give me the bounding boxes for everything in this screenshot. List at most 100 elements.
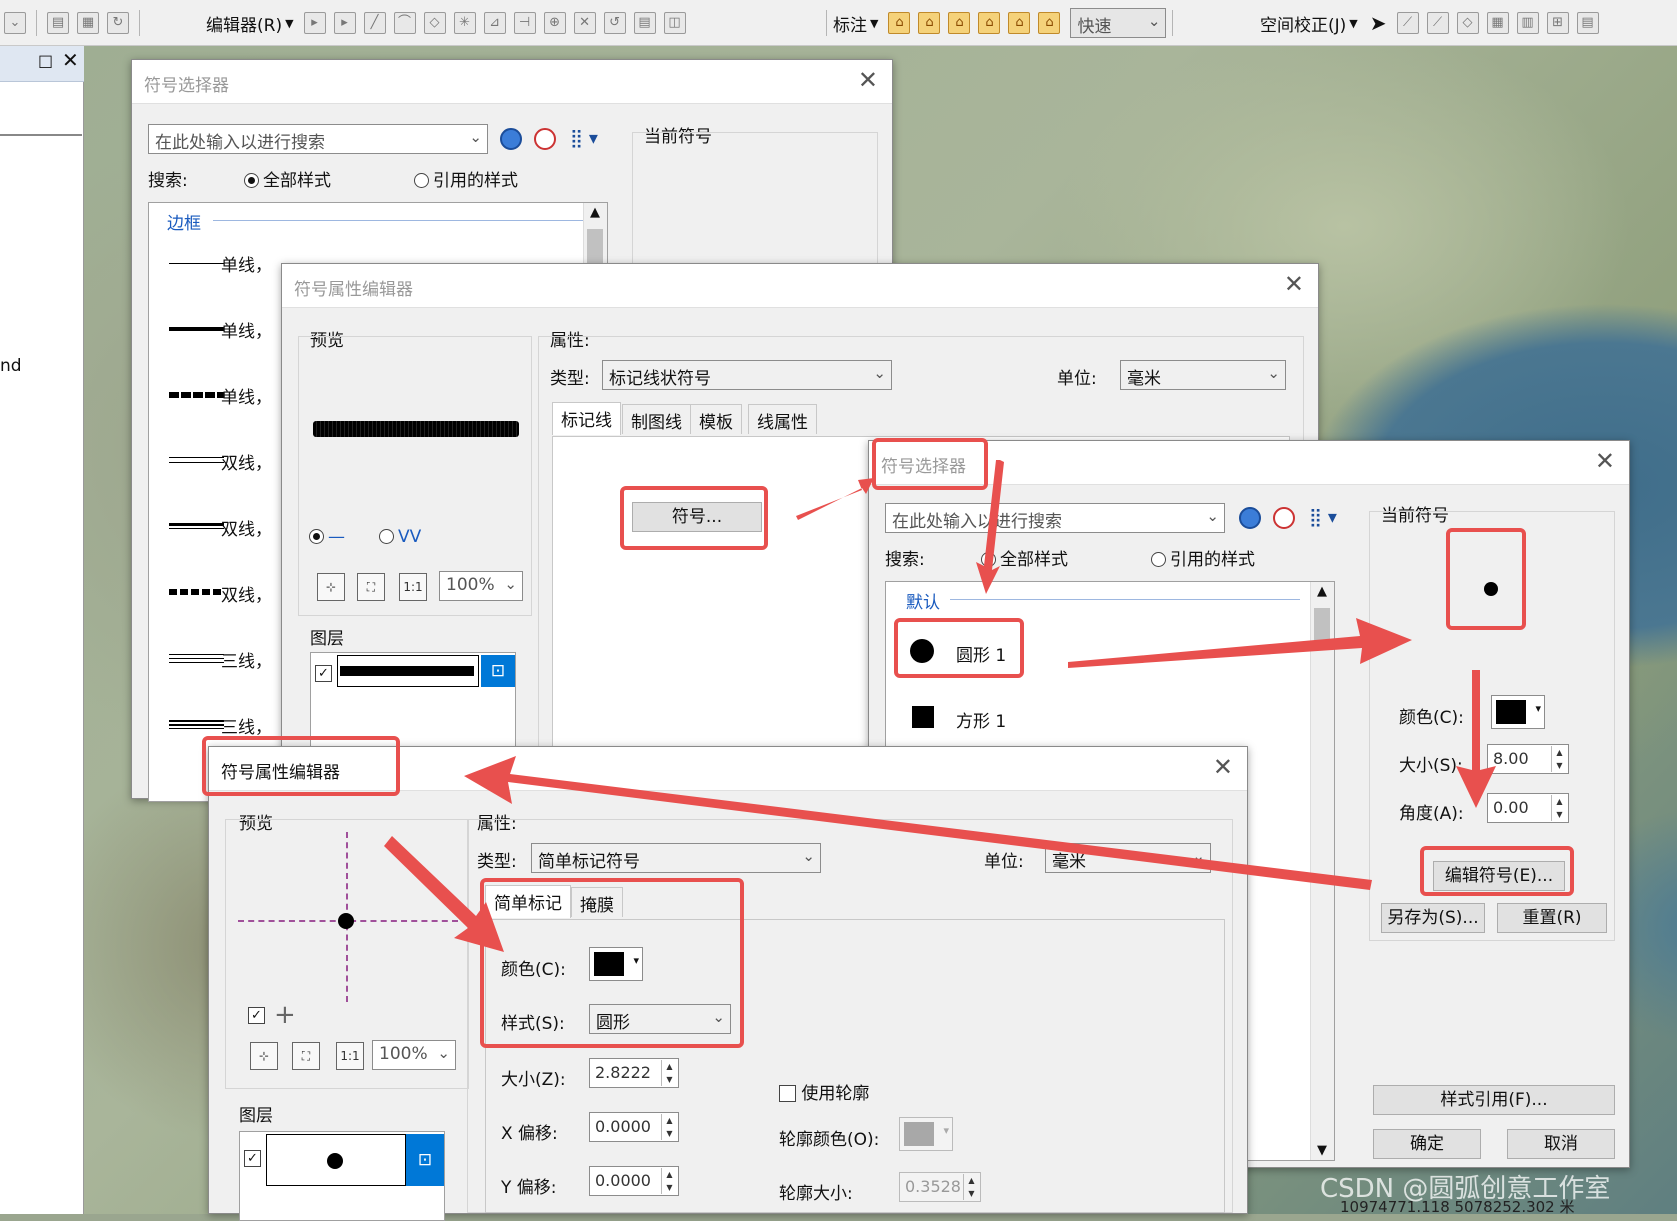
edit-tool-icon[interactable]: ▸ — [303, 12, 326, 34]
search-icon[interactable] — [500, 128, 522, 150]
list-item[interactable]: 双线， — [149, 445, 289, 475]
area-tool-icon[interactable]: ▥ — [1516, 12, 1539, 34]
close-icon[interactable]: ✕ — [858, 68, 878, 92]
x-offset-input[interactable]: 0.0000 ▲ ▼ — [589, 1112, 679, 1142]
color-picker[interactable]: ▾ — [1491, 695, 1545, 729]
cancel-button[interactable]: 取消 — [1507, 1129, 1615, 1159]
new-link-icon[interactable]: ⟋ — [1396, 12, 1419, 34]
cut-icon[interactable]: ⊕ — [543, 12, 566, 34]
sketch-props-icon[interactable]: ◫ — [663, 12, 686, 34]
layer-item[interactable] — [337, 655, 479, 687]
close-icon[interactable]: ✕ — [1213, 755, 1233, 779]
straight-segment-icon[interactable]: ╱ — [363, 12, 386, 34]
scrollbar[interactable]: ▲ ▼ — [1310, 582, 1334, 1160]
search-input[interactable]: 在此处输入以进行搜索 ⌄ — [148, 124, 488, 154]
delete-vertex-icon[interactable]: ✕ — [573, 12, 596, 34]
radio-referenced-styles[interactable]: 引用的样式 — [1151, 545, 1255, 570]
zoom-in-icon[interactable]: ⊹ — [250, 1042, 278, 1070]
layer-visible-checkbox[interactable]: ✓ — [244, 1150, 261, 1167]
modify-link-icon[interactable]: ⟋ — [1426, 12, 1449, 34]
layer-item[interactable] — [266, 1134, 406, 1186]
type-select[interactable]: 标记线状符号 ⌄ — [602, 360, 892, 390]
data-view-icon[interactable]: ▦ — [77, 12, 99, 34]
lock-icon[interactable]: ⊡ — [406, 1134, 444, 1186]
zoom-out-icon[interactable]: ⛶ — [292, 1042, 320, 1070]
clear-search-icon[interactable] — [1273, 507, 1295, 529]
link-table-icon[interactable]: ▦ — [1486, 12, 1509, 34]
list-item[interactable]: 单线， — [149, 313, 289, 343]
outline-color-picker[interactable]: ▾ — [899, 1117, 953, 1151]
label-weight-icon[interactable]: ⌂ — [1038, 12, 1061, 34]
size-input[interactable]: 8.00 ▲ ▼ — [1487, 744, 1569, 774]
outline-size-input[interactable]: 0.3528 ▲ ▼ — [899, 1172, 981, 1202]
attributes-icon[interactable]: ▤ — [633, 12, 656, 34]
actual-size-icon[interactable]: 1:1 — [399, 573, 427, 601]
label-priority-icon[interactable]: ⌂ — [1008, 12, 1031, 34]
list-item[interactable]: 三线， — [149, 643, 289, 673]
reset-button[interactable]: 重置(R) — [1497, 903, 1607, 933]
view-options-icon[interactable]: ⣿ ▾ — [1309, 507, 1337, 528]
list-item[interactable]: 单线， — [149, 247, 289, 277]
angle-input[interactable]: 0.00 ▲ ▼ — [1487, 793, 1569, 823]
tab-template[interactable]: 模板 — [690, 404, 742, 434]
radio-all-styles[interactable]: 全部样式 — [981, 545, 1068, 570]
preview-mode-wave[interactable]: VV — [379, 527, 421, 547]
type-select[interactable]: 简单标记符号 ⌄ — [531, 843, 821, 873]
actual-size-icon[interactable]: 1:1 — [336, 1042, 364, 1070]
reshape-icon[interactable]: ⊿ — [483, 12, 506, 34]
y-offset-input[interactable]: 0.0000 ▲ ▼ — [589, 1166, 679, 1196]
tab-marker-line[interactable]: 标记线 — [552, 402, 621, 435]
dropdown-icon[interactable]: ⌄ — [4, 12, 26, 34]
lock-labels-icon[interactable]: ⌂ — [918, 12, 941, 34]
editor-menu[interactable]: 编辑器(R) — [206, 11, 282, 36]
ok-button[interactable]: 确定 — [1373, 1129, 1481, 1159]
size-input[interactable]: 2.8222 ▲ ▼ — [589, 1058, 679, 1088]
split-icon[interactable]: ⊣ — [513, 12, 536, 34]
list-item[interactable]: 双线， — [149, 577, 289, 607]
radio-all-styles[interactable]: 全部样式 — [244, 166, 331, 191]
quick-combo[interactable]: 快速 ⌄ — [1070, 8, 1167, 38]
view-unplaced-icon[interactable]: ⌂ — [978, 12, 1001, 34]
search-input[interactable]: 在此处输入以进行搜索 ⌄ — [885, 503, 1225, 533]
list-item[interactable]: 双线， — [149, 511, 289, 541]
list-item[interactable]: 单线， — [149, 379, 289, 409]
clear-search-icon[interactable] — [534, 128, 556, 150]
save-as-button[interactable]: 另存为(S)... — [1381, 903, 1485, 933]
list-item-square[interactable]: 方形 1 — [896, 698, 1096, 738]
label-manager-icon[interactable]: ⌂ — [888, 12, 911, 34]
select-arrow-icon[interactable]: ➤ — [1370, 11, 1387, 35]
spatial-adjust-menu[interactable]: 空间校正(J) — [1260, 11, 1346, 36]
arc-segment-icon[interactable]: ⌒ — [393, 12, 416, 34]
tab-cartographic-line[interactable]: 制图线 — [622, 404, 691, 434]
zoom-combo[interactable]: 100% ⌄ — [372, 1040, 456, 1070]
zoom-out-icon[interactable]: ⛶ — [357, 573, 385, 601]
unit-select[interactable]: 毫米 ⌄ — [1045, 843, 1211, 873]
preview-icon[interactable]: ▤ — [1576, 12, 1599, 34]
list-item[interactable]: 三线， — [149, 709, 289, 739]
search-icon[interactable] — [1239, 507, 1261, 529]
multi-link-icon[interactable]: ◇ — [1456, 12, 1479, 34]
close-icon[interactable]: ✕ — [62, 48, 79, 72]
edge-match-icon[interactable]: ⊞ — [1546, 12, 1569, 34]
zoom-combo[interactable]: 100% ⌄ — [439, 571, 523, 601]
layout-view-icon[interactable]: ▤ — [47, 12, 69, 34]
view-options-icon[interactable]: ⣿ ▾ — [570, 128, 598, 149]
unit-select[interactable]: 毫米 ⌄ — [1120, 360, 1286, 390]
preview-mode-line[interactable]: — — [309, 527, 345, 547]
rotate-icon[interactable]: ↺ — [603, 12, 626, 34]
zoom-in-icon[interactable]: ⊹ — [317, 573, 345, 601]
add-icon[interactable]: + — [274, 1000, 296, 1030]
construct-icon[interactable]: ◇ — [423, 12, 446, 34]
show-crosshair-checkbox[interactable]: ✓ — [248, 1007, 265, 1024]
style-references-button[interactable]: 样式引用(F)... — [1373, 1085, 1615, 1115]
tab-line-properties[interactable]: 线属性 — [748, 404, 817, 434]
refresh-view-icon[interactable]: ↻ — [107, 12, 129, 34]
use-outline-checkbox[interactable]: 使用轮廓 — [779, 1079, 869, 1104]
annotation-edit-icon[interactable]: ▸ — [333, 12, 356, 34]
layer-list[interactable]: ✓ ⊡ — [239, 1131, 445, 1221]
layer-visible-checkbox[interactable]: ✓ — [315, 665, 332, 682]
radio-referenced-styles[interactable]: 引用的样式 — [414, 166, 518, 191]
close-icon[interactable]: ✕ — [1595, 449, 1615, 473]
label-menu[interactable]: 标注 — [833, 11, 867, 36]
pause-labels-icon[interactable]: ⌂ — [948, 12, 971, 34]
